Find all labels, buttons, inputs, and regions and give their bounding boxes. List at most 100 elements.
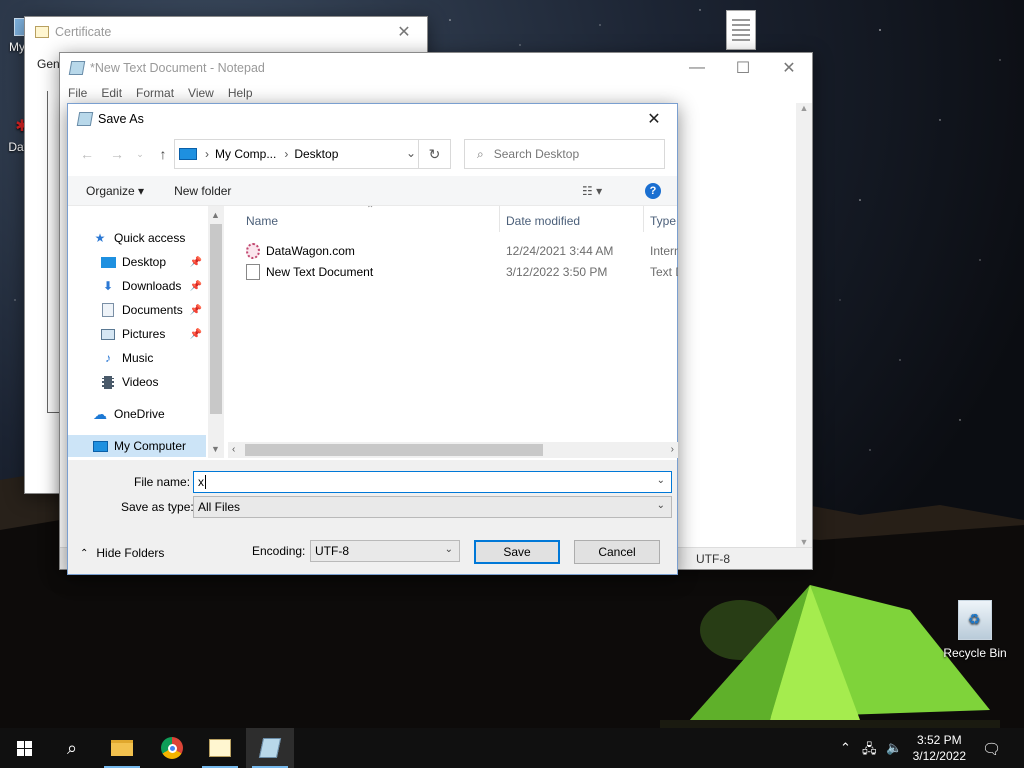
sidebar-item-documents[interactable]: Documents 📌 (68, 299, 206, 321)
save-as-type-value: All Files (198, 500, 241, 514)
cancel-button[interactable]: Cancel (574, 540, 660, 564)
menu-edit[interactable]: Edit (101, 86, 122, 100)
save-button[interactable]: Save (474, 540, 560, 564)
scroll-down-icon[interactable]: ▼ (211, 444, 220, 454)
hide-folders-button[interactable]: ⌃ Hide Folders (80, 546, 164, 560)
chevron-right-icon[interactable]: › (205, 147, 209, 161)
search-placeholder: Search Desktop (493, 147, 580, 161)
desktop-icon-recycle-bin[interactable]: ♻ Recycle Bin (940, 600, 1010, 660)
close-icon[interactable]: ✕ (766, 53, 812, 83)
sidebar-item-downloads[interactable]: ⬇ Downloads 📌 (68, 275, 206, 297)
scroll-left-icon[interactable]: ‹ (232, 444, 235, 455)
organize-button[interactable]: Organize ▾ (86, 184, 144, 198)
maximize-icon[interactable]: ☐ (720, 53, 766, 83)
save-options-pane: File name: x ⌄ Save as type: All Files ⌄… (68, 460, 677, 574)
scroll-right-icon[interactable]: › (671, 444, 674, 455)
chevron-up-icon[interactable]: ⌃ (840, 740, 851, 756)
column-header-type[interactable]: Type (650, 214, 676, 228)
column-divider[interactable] (499, 206, 500, 232)
view-options-icon[interactable]: ☷ ▾ (582, 184, 602, 198)
address-bar[interactable]: › My Comp... › Desktop ⌄ ↻ (174, 139, 451, 169)
sidebar-item-pictures[interactable]: Pictures 📌 (68, 323, 206, 345)
breadcrumb-desktop[interactable]: Desktop (294, 147, 338, 161)
notepad-vertical-scrollbar[interactable]: ▲ ▼ (796, 103, 812, 547)
up-arrow-icon[interactable]: ↑ (152, 146, 174, 162)
chevron-right-icon[interactable]: › (284, 147, 288, 161)
sidebar-item-music[interactable]: ♪ Music (68, 347, 206, 369)
save-as-title: Save As (98, 112, 144, 126)
recent-locations-icon[interactable]: ⌄ (136, 149, 144, 160)
save-as-titlebar[interactable]: Save As ✕ (68, 104, 677, 134)
search-icon: ⌕ (477, 146, 484, 161)
certificate-icon (35, 26, 49, 38)
file-name-input[interactable]: x ⌄ (193, 471, 672, 493)
save-as-dialog[interactable]: Save As ✕ ← → ⌄ ↑ › My Comp... › Desktop… (67, 103, 678, 575)
pin-icon[interactable]: 📌 (190, 281, 202, 292)
taskbar-certificate[interactable] (196, 728, 244, 768)
menu-view[interactable]: View (188, 86, 214, 100)
sidebar-item-desktop[interactable]: Desktop 📌 (68, 251, 206, 273)
scroll-down-icon[interactable]: ▼ (800, 537, 809, 547)
chevron-down-icon[interactable]: ⌄ (657, 500, 665, 511)
menu-format[interactable]: Format (136, 86, 174, 100)
desktop-text-file-icon[interactable] (726, 10, 756, 50)
encoding-select[interactable]: UTF-8 ⌄ (310, 540, 460, 562)
close-icon[interactable]: ✕ (381, 17, 427, 47)
scrollbar-thumb[interactable] (210, 224, 222, 414)
sidebar-item-quick-access[interactable]: ★ Quick access (68, 227, 206, 249)
clock[interactable]: 3:52 PM 3/12/2022 (913, 732, 966, 764)
sidebar-item-label: Videos (122, 375, 159, 389)
back-arrow-icon[interactable]: ← (76, 146, 98, 162)
scrollbar-thumb[interactable] (245, 444, 543, 456)
save-as-type-select[interactable]: All Files ⌄ (193, 496, 672, 518)
chevron-down-icon[interactable]: ⌄ (445, 544, 453, 555)
search-input[interactable]: ⌕ Search Desktop (464, 139, 665, 169)
sidebar-item-label: Documents (122, 303, 183, 317)
pictures-icon (100, 327, 116, 341)
file-list-horizontal-scrollbar[interactable]: ‹ › (228, 442, 678, 458)
network-icon[interactable]: 🖧 (862, 740, 877, 762)
scroll-up-icon[interactable]: ▲ (800, 103, 809, 113)
folder-icon (111, 740, 133, 756)
sidebar-item-my-computer[interactable]: My Computer (68, 435, 206, 457)
column-divider[interactable] (643, 206, 644, 232)
certificate-titlebar[interactable]: Certificate ✕ (25, 17, 427, 47)
sidebar-item-label: Quick access (114, 231, 186, 245)
start-button[interactable] (0, 728, 48, 768)
minimize-icon[interactable]: — (674, 53, 720, 83)
taskbar-file-explorer[interactable] (98, 728, 146, 768)
scroll-up-icon[interactable]: ▲ (211, 210, 220, 220)
navigation-pane-scrollbar[interactable]: ▲ ▼ (208, 206, 224, 458)
close-icon[interactable]: ✕ (631, 104, 677, 134)
new-folder-button[interactable]: New folder (174, 184, 231, 198)
column-header-name[interactable]: Name (246, 214, 278, 228)
sidebar-item-onedrive[interactable]: ☁ OneDrive (68, 403, 206, 425)
sidebar-item-videos[interactable]: Videos (68, 371, 206, 393)
column-header-date-modified[interactable]: Date modified (506, 214, 580, 228)
file-type: Intern (650, 244, 678, 258)
breadcrumb-my-computer[interactable]: My Comp... (215, 147, 276, 161)
notepad-titlebar[interactable]: *New Text Document - Notepad — ☐ ✕ (60, 53, 812, 83)
taskbar-notepad[interactable] (246, 728, 294, 768)
refresh-icon[interactable]: ↻ (418, 140, 450, 168)
pin-icon[interactable]: 📌 (190, 257, 202, 268)
file-date: 3/12/2022 3:50 PM (506, 265, 608, 279)
file-row[interactable]: DataWagon.com 12/24/2021 3:44 AM Intern (228, 241, 678, 262)
chrome-icon (161, 737, 183, 759)
menu-file[interactable]: File (68, 86, 87, 100)
help-icon[interactable]: ? (645, 183, 661, 199)
certificate-icon (209, 739, 231, 757)
chevron-down-icon[interactable]: ⌄ (406, 146, 416, 160)
pin-icon[interactable]: 📌 (190, 305, 202, 316)
volume-icon[interactable]: 🔈 (886, 740, 902, 756)
taskbar-chrome[interactable] (148, 728, 196, 768)
notifications-icon[interactable]: 🗨 (982, 740, 1001, 758)
recycle-bin-icon: ♻ (958, 600, 992, 640)
file-name-value: x (198, 475, 204, 489)
chevron-down-icon[interactable]: ⌄ (657, 475, 665, 486)
pin-icon[interactable]: 📌 (190, 329, 202, 340)
file-row[interactable]: New Text Document 3/12/2022 3:50 PM Text… (228, 262, 678, 283)
search-button[interactable]: ⌕ (48, 728, 96, 768)
menu-help[interactable]: Help (228, 86, 253, 100)
forward-arrow-icon[interactable]: → (106, 146, 128, 162)
